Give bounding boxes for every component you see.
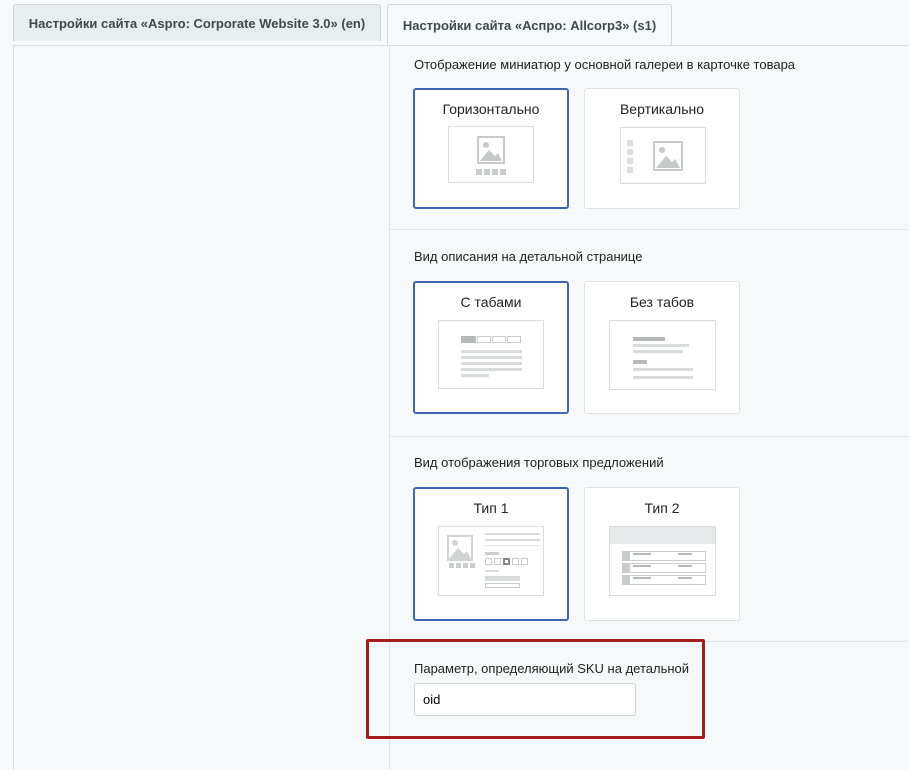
tab-label: Настройки сайта «Aspro: Corporate Websit… — [28, 15, 366, 31]
offers-type1-icon — [438, 526, 544, 596]
option-vertical[interactable]: Вертикально — [584, 88, 740, 209]
option-with-tabs[interactable]: С табами — [413, 281, 569, 414]
offers-type2-icon — [609, 526, 716, 596]
no-tabs-layout-icon — [609, 320, 716, 390]
tab-label: Настройки сайта «Аспро: Allcorp3» (s1) — [402, 18, 657, 33]
tab-allcorp3[interactable]: Настройки сайта «Аспро: Allcorp3» (s1) — [387, 4, 672, 46]
description-view-section: Вид описания на детальной странице С таб… — [390, 230, 909, 437]
section-title: Вид отображения торговых предложений — [414, 455, 664, 470]
option-label: Тип 1 — [473, 500, 509, 516]
option-horizontal[interactable]: Горизонтально — [413, 88, 569, 209]
sku-field-label: Параметр, определяющий SKU на детальной — [414, 661, 690, 676]
section-title: Отображение миниатюр у основной галереи … — [414, 57, 796, 72]
offers-view-section: Вид отображения торговых предложений Тип… — [390, 437, 909, 642]
option-label: Тип 2 — [644, 500, 680, 516]
gallery-vertical-icon — [620, 127, 706, 184]
sku-parameter-input[interactable] — [414, 683, 636, 716]
option-label: Горизонтально — [442, 101, 540, 117]
gallery-horizontal-icon — [448, 126, 534, 183]
option-without-tabs[interactable]: Без табов — [584, 281, 740, 414]
section-title: Вид описания на детальной странице — [414, 249, 643, 264]
gallery-thumbnails-section: Отображение миниатюр у основной галереи … — [390, 46, 909, 230]
settings-tab-bar: Настройки сайта «Aspro: Corporate Websit… — [0, 0, 909, 46]
tab-corporate-website[interactable]: Настройки сайта «Aspro: Corporate Websit… — [13, 4, 381, 41]
option-type1[interactable]: Тип 1 — [413, 487, 569, 621]
option-type2[interactable]: Тип 2 — [584, 487, 740, 621]
option-label: Вертикально — [619, 101, 705, 117]
settings-left-column — [14, 46, 390, 770]
option-label: Без табов — [629, 294, 695, 310]
tabs-layout-icon — [438, 320, 544, 389]
option-label: С табами — [460, 294, 522, 310]
